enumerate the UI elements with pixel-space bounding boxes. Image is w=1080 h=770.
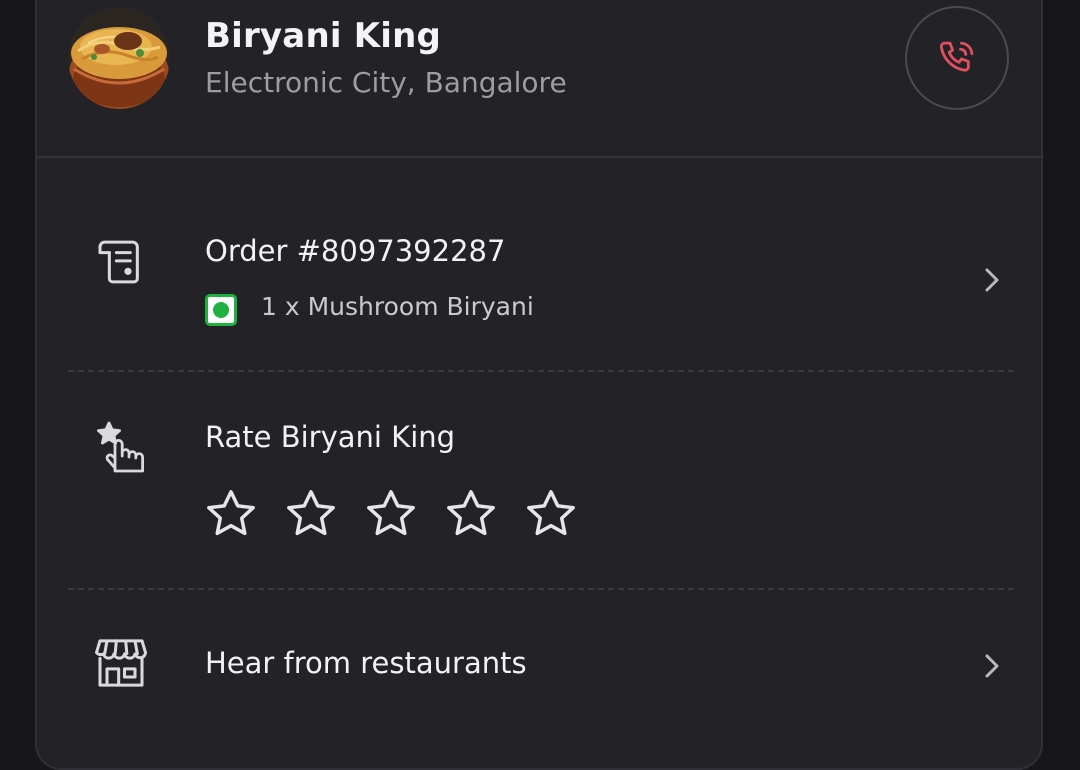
restaurant-header: Biryani King Electronic City, Bangalore — [37, 2, 1043, 158]
call-restaurant-button[interactable] — [905, 6, 1009, 110]
star-4-icon[interactable] — [443, 486, 499, 542]
veg-indicator-icon — [205, 294, 237, 326]
rate-restaurant-title: Rate Biryani King — [205, 420, 456, 454]
restaurant-location: Electronic City, Bangalore — [205, 66, 567, 99]
order-details-row[interactable] — [37, 172, 1043, 352]
chevron-right-icon[interactable] — [979, 264, 1003, 296]
chevron-right-icon[interactable] — [979, 650, 1003, 682]
receipt-icon — [98, 240, 139, 284]
star-2-icon[interactable] — [283, 486, 339, 542]
storefront-icon — [94, 639, 148, 687]
divider — [68, 588, 1014, 590]
star-5-icon[interactable] — [523, 486, 579, 542]
order-card: Biryani King Electronic City, Bangalore … — [35, 0, 1043, 770]
order-number: Order #8097392287 — [205, 234, 506, 268]
tap-star-icon — [97, 421, 144, 473]
star-3-icon[interactable] — [363, 486, 419, 542]
star-1-icon[interactable] — [203, 486, 259, 542]
hear-from-restaurants-row[interactable] — [37, 602, 1043, 712]
star-rating — [203, 486, 579, 542]
hear-from-restaurants-label: Hear from restaurants — [205, 646, 527, 680]
divider — [68, 370, 1014, 372]
order-item-summary: 1 x Mushroom Biryani — [261, 292, 534, 321]
restaurant-avatar — [68, 7, 170, 109]
restaurant-name: Biryani King — [205, 16, 442, 56]
phone-call-icon — [939, 41, 974, 72]
